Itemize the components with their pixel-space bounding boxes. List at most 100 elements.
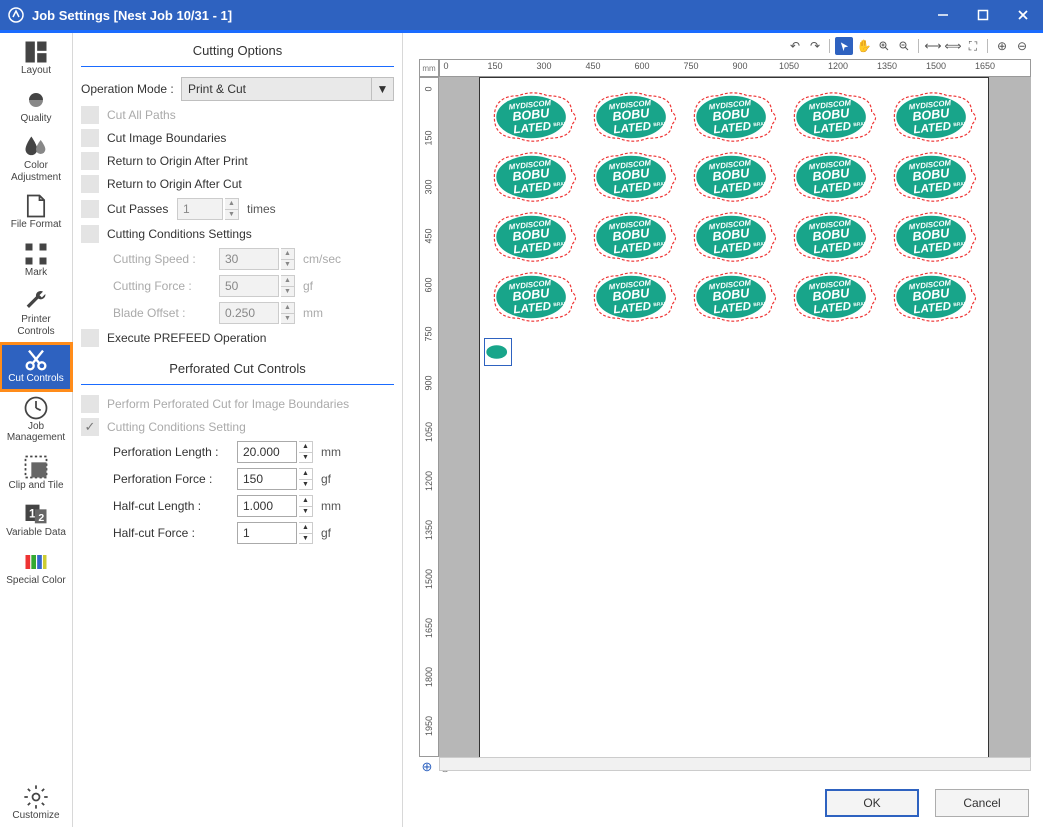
remove-button[interactable]: ⊖: [1013, 37, 1031, 55]
minimize-button[interactable]: [923, 0, 963, 30]
cutting-conditions-checkbox[interactable]: [81, 225, 99, 243]
cut-passes-spinner[interactable]: ▲▼: [225, 198, 239, 220]
zoom-in-button[interactable]: [875, 37, 893, 55]
undo-button[interactable]: ↶: [786, 37, 804, 55]
pointer-tool-button[interactable]: [835, 37, 853, 55]
zoom-out-button[interactable]: [895, 37, 913, 55]
sidebar-item-mark[interactable]: Mark: [0, 237, 72, 285]
sidebar-item-cut-controls[interactable]: Cut Controls: [0, 343, 72, 391]
halfcut-force-unit: gf: [321, 526, 331, 540]
fit-height-button[interactable]: ⟺: [944, 37, 962, 55]
return-origin-after-print-label: Return to Origin After Print: [107, 154, 248, 168]
sidebar-item-label: Quality: [20, 113, 51, 125]
redo-button[interactable]: ↷: [806, 37, 824, 55]
sidebar-item-label: Clip and Tile: [8, 480, 63, 492]
sidebar-item-job-management[interactable]: Job Management: [0, 391, 72, 450]
sticker[interactable]: MYDISCOMBOBULATEDBRAIN: [784, 88, 882, 146]
sticker[interactable]: MYDISCOMBOBULATEDBRAIN: [684, 268, 782, 326]
sidebar-item-clip-and-tile[interactable]: Clip and Tile: [0, 450, 72, 498]
sticker-grid: MYDISCOMBOBULATEDBRAINMYDISCOMBOBULATEDB…: [484, 88, 984, 328]
halfcut-force-field[interactable]: 1: [237, 522, 297, 544]
divider: [81, 66, 394, 67]
sticker-selected[interactable]: [484, 338, 512, 366]
ruler-v-tick: 1050: [420, 427, 438, 437]
fit-page-button[interactable]: ⛶: [964, 37, 982, 55]
sidebar-item-quality[interactable]: Quality: [0, 83, 72, 131]
halfcut-length-spinner[interactable]: ▲▼: [299, 495, 313, 517]
maximize-button[interactable]: [963, 0, 1003, 30]
perf-length-spinner[interactable]: ▲▼: [299, 441, 313, 463]
sticker[interactable]: MYDISCOMBOBULATEDBRAIN: [784, 268, 882, 326]
cutting-force-spinner[interactable]: ▲▼: [281, 275, 295, 297]
sticker[interactable]: MYDISCOMBOBULATEDBRAIN: [884, 88, 982, 146]
sticker[interactable]: MYDISCOMBOBULATEDBRAIN: [584, 208, 682, 266]
cutting-force-unit: gf: [303, 279, 313, 293]
sticker[interactable]: MYDISCOMBOBULATEDBRAIN: [684, 88, 782, 146]
sidebar-item-special-color[interactable]: Special Color: [0, 545, 72, 593]
sticker[interactable]: MYDISCOMBOBULATEDBRAIN: [584, 88, 682, 146]
sticker[interactable]: MYDISCOMBOBULATEDBRAIN: [484, 88, 582, 146]
sidebar-item-file-format[interactable]: File Format: [0, 189, 72, 237]
droplet-icon: [22, 136, 50, 158]
halfcut-length-unit: mm: [321, 499, 341, 513]
cancel-button[interactable]: Cancel: [935, 789, 1029, 817]
sticker[interactable]: MYDISCOMBOBULATEDBRAIN: [484, 148, 582, 206]
sticker[interactable]: MYDISCOMBOBULATEDBRAIN: [484, 268, 582, 326]
blade-offset-spinner[interactable]: ▲▼: [281, 302, 295, 324]
cutting-force-field[interactable]: 50: [219, 275, 279, 297]
sidebar-item-layout[interactable]: Layout: [0, 35, 72, 83]
sticker[interactable]: MYDISCOMBOBULATEDBRAIN: [784, 208, 882, 266]
halfcut-length-field[interactable]: 1.000: [237, 495, 297, 517]
close-button[interactable]: [1003, 0, 1043, 30]
perf-force-spinner[interactable]: ▲▼: [299, 468, 313, 490]
perf-force-field[interactable]: 150: [237, 468, 297, 490]
fit-width-button[interactable]: ⟷: [924, 37, 942, 55]
cutting-speed-field[interactable]: 30: [219, 248, 279, 270]
return-origin-after-print-checkbox[interactable]: [81, 152, 99, 170]
add-button[interactable]: ⊕: [993, 37, 1011, 55]
prefeed-checkbox[interactable]: [81, 329, 99, 347]
sticker[interactable]: MYDISCOMBOBULATEDBRAIN: [684, 148, 782, 206]
canvas-area[interactable]: MYDISCOMBOBULATEDBRAINMYDISCOMBOBULATEDB…: [439, 77, 1031, 757]
sticker[interactable]: MYDISCOMBOBULATEDBRAIN: [484, 208, 582, 266]
perforated-cut-checkbox[interactable]: [81, 395, 99, 413]
target-icon[interactable]: ⊕: [419, 759, 435, 775]
sidebar-item-customize[interactable]: Customize: [0, 780, 72, 827]
ruler-v-tick: 1650: [420, 623, 438, 633]
perf-conditions-checkbox[interactable]: [81, 418, 99, 436]
sticker[interactable]: MYDISCOMBOBULATEDBRAIN: [884, 268, 982, 326]
sticker[interactable]: MYDISCOMBOBULATEDBRAIN: [684, 208, 782, 266]
pan-tool-button[interactable]: ✋: [855, 37, 873, 55]
cutting-conditions-label: Cutting Conditions Settings: [107, 227, 252, 241]
file-icon: [22, 195, 50, 217]
operation-mode-dropdown[interactable]: Print & Cut ▼: [181, 77, 394, 101]
cut-passes-checkbox[interactable]: [81, 200, 99, 218]
cutting-options-title: Cutting Options: [81, 37, 394, 66]
return-origin-after-cut-checkbox[interactable]: [81, 175, 99, 193]
horizontal-scrollbar[interactable]: [439, 757, 1031, 771]
sticker[interactable]: MYDISCOMBOBULATEDBRAIN: [584, 148, 682, 206]
quality-icon: [22, 89, 50, 111]
sticker[interactable]: MYDISCOMBOBULATEDBRAIN: [584, 268, 682, 326]
ruler-v-tick: 1500: [420, 574, 438, 584]
sidebar: Layout Quality Color Adjustment File For…: [0, 33, 73, 827]
clock-icon: [22, 397, 50, 419]
cut-all-paths-checkbox[interactable]: [81, 106, 99, 124]
sticker[interactable]: MYDISCOMBOBULATEDBRAIN: [884, 208, 982, 266]
sticker[interactable]: MYDISCOMBOBULATEDBRAIN: [884, 148, 982, 206]
ruler-v-tick: 150: [420, 133, 438, 143]
cut-passes-field[interactable]: 1: [177, 198, 223, 220]
cut-image-boundaries-checkbox[interactable]: [81, 129, 99, 147]
sticker[interactable]: MYDISCOMBOBULATEDBRAIN: [784, 148, 882, 206]
sidebar-item-label: Printer Controls: [2, 314, 70, 337]
halfcut-force-spinner[interactable]: ▲▼: [299, 522, 313, 544]
cutting-speed-spinner[interactable]: ▲▼: [281, 248, 295, 270]
sidebar-item-variable-data[interactable]: 12 Variable Data: [0, 497, 72, 545]
sidebar-item-color-adjustment[interactable]: Color Adjustment: [0, 130, 72, 189]
perf-length-field[interactable]: 20.000: [237, 441, 297, 463]
ok-button[interactable]: OK: [825, 789, 919, 817]
blade-offset-field[interactable]: 0.250: [219, 302, 279, 324]
perf-length-unit: mm: [321, 445, 341, 459]
sidebar-item-printer-controls[interactable]: Printer Controls: [0, 284, 72, 343]
prefeed-label: Execute PREFEED Operation: [107, 331, 266, 345]
